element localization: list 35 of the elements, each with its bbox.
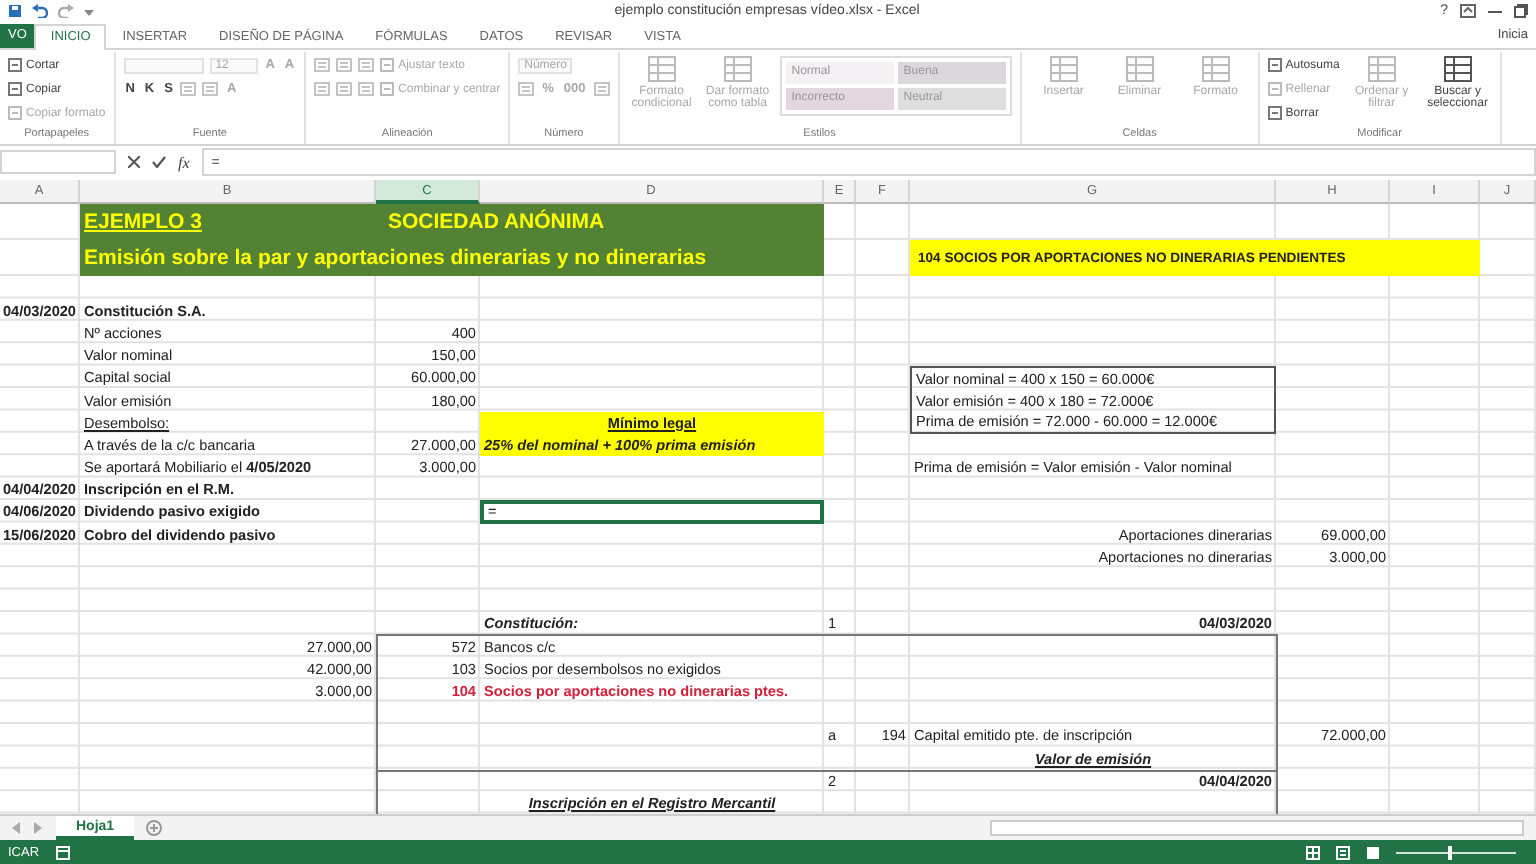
scroll-right-icon[interactable] <box>34 822 44 835</box>
table-icon <box>1125 55 1154 81</box>
command-icon <box>8 106 22 120</box>
save-icon[interactable] <box>8 4 22 19</box>
banner-subtitle: Emisión sobre la par y aportaciones dinerarias y no dinerarias <box>80 240 824 277</box>
name-box[interactable] <box>0 150 116 175</box>
page-layout-icon[interactable] <box>1336 845 1350 860</box>
check-icon[interactable] <box>152 156 166 169</box>
table-icon <box>1367 55 1396 81</box>
banner-title: EJEMPLO 3 <box>80 204 376 241</box>
command-icon <box>1267 106 1282 120</box>
ribbon-display-icon[interactable] <box>1460 4 1476 19</box>
caret-icon[interactable] <box>84 7 94 16</box>
table-icon <box>1443 55 1472 81</box>
table-icon <box>723 55 752 81</box>
add-sheet-icon[interactable] <box>146 820 163 837</box>
command-icon <box>1267 82 1282 96</box>
restore-icon[interactable] <box>1514 4 1528 19</box>
table-icon <box>1049 55 1078 81</box>
normal-view-icon[interactable] <box>1306 845 1320 860</box>
banner-title: SOCIEDAD ANÓNIMA <box>376 204 824 241</box>
command-icon <box>380 58 395 72</box>
horizontal-scrollbar[interactable] <box>990 820 1524 837</box>
scroll-left-icon[interactable] <box>12 822 22 835</box>
command-icon <box>8 82 22 96</box>
page-break-icon[interactable] <box>1366 845 1380 860</box>
undo-icon[interactable] <box>32 4 48 19</box>
insert-function-button[interactable]: fx <box>178 153 190 172</box>
command-icon <box>1267 58 1282 72</box>
table-icon <box>1201 55 1230 81</box>
cancel-icon[interactable] <box>128 156 140 169</box>
command-icon <box>8 58 22 72</box>
command-icon <box>380 82 395 96</box>
redo-icon[interactable] <box>58 4 74 19</box>
table-icon <box>647 55 676 81</box>
